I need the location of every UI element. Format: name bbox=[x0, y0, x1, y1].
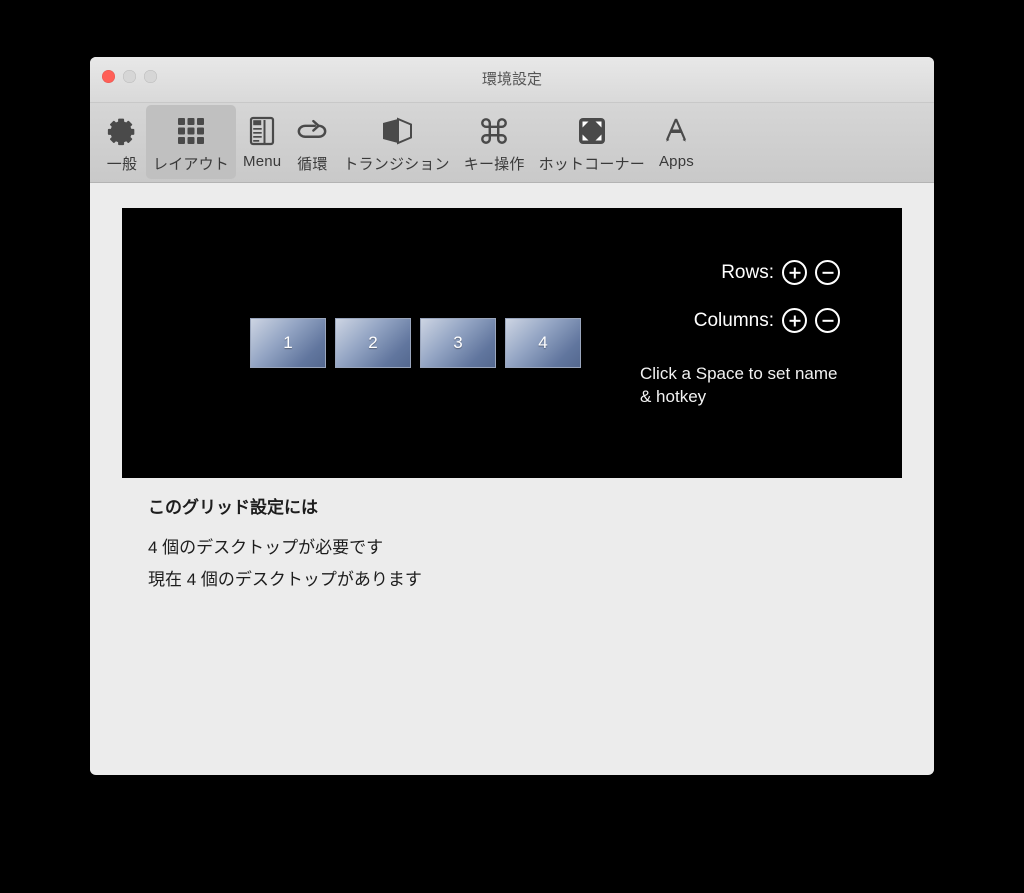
tab-cycle-label: 循環 bbox=[297, 156, 328, 173]
rotate-loop-icon bbox=[296, 111, 328, 151]
window-title: 環境設定 bbox=[481, 71, 542, 88]
zoom-button[interactable] bbox=[144, 70, 157, 83]
tab-transition[interactable]: トランジション bbox=[336, 105, 456, 179]
space-number: 4 bbox=[538, 333, 548, 352]
traffic-light-group bbox=[102, 70, 157, 83]
grid-info-block: このグリッド設定には 4 個のデスクトップが必要です 現在 4 個のデスクトップ… bbox=[148, 493, 422, 597]
minimize-button[interactable] bbox=[123, 70, 136, 83]
tab-general[interactable]: 一般 bbox=[98, 105, 146, 179]
grid-info-required: 4 個のデスクトップが必要です bbox=[148, 538, 384, 557]
preview-hint-text: Click a Space to set name & hotkey bbox=[640, 364, 838, 406]
columns-stepper-row: Columns: bbox=[694, 308, 840, 333]
rows-label: Rows: bbox=[721, 261, 774, 283]
tab-apps[interactable]: Apps bbox=[652, 105, 701, 179]
tab-menu-label: Menu bbox=[243, 153, 282, 170]
tab-key-operation[interactable]: キー操作 bbox=[457, 105, 532, 179]
window-titlebar: 環境設定 bbox=[90, 57, 934, 103]
tab-transition-label: トランジション bbox=[343, 156, 450, 173]
tab-hot-corners[interactable]: ホットコーナー bbox=[532, 105, 652, 179]
app-store-icon bbox=[660, 111, 692, 151]
tab-apps-label: Apps bbox=[658, 153, 694, 170]
command-key-icon bbox=[479, 111, 509, 151]
grid-info-title: このグリッド設定には bbox=[148, 498, 318, 517]
space-tile[interactable]: 1 bbox=[250, 318, 326, 368]
tab-menu[interactable]: Menu bbox=[236, 105, 288, 179]
space-number: 2 bbox=[368, 333, 378, 352]
tab-layout[interactable]: レイアウト bbox=[146, 105, 237, 179]
spaces-grid: 1 2 3 4 bbox=[250, 318, 581, 368]
close-button[interactable] bbox=[102, 70, 115, 83]
tab-hot-corners-label: ホットコーナー bbox=[538, 156, 645, 173]
layout-pane: 1 2 3 4 Rows: Columns: Click a Space to … bbox=[90, 183, 934, 774]
menu-document-icon bbox=[248, 111, 276, 151]
rows-stepper-row: Rows: bbox=[721, 260, 840, 285]
hot-corners-icon bbox=[577, 111, 607, 151]
tab-key-operation-label: キー操作 bbox=[463, 156, 525, 173]
space-number: 1 bbox=[283, 333, 293, 352]
tab-general-label: 一般 bbox=[106, 156, 138, 173]
space-tile[interactable]: 2 bbox=[335, 318, 411, 368]
columns-decrement-button[interactable] bbox=[815, 308, 840, 333]
spaces-preview-panel[interactable]: 1 2 3 4 Rows: Columns: Click a Space to … bbox=[122, 208, 902, 478]
cube-icon bbox=[380, 111, 414, 151]
space-number: 3 bbox=[453, 333, 463, 352]
preferences-window: 環境設定 一般 レイアウト Menu 循環 トランジション キー操作 ホットコー… bbox=[90, 57, 934, 775]
grid-icon bbox=[176, 111, 206, 151]
columns-increment-button[interactable] bbox=[782, 308, 807, 333]
gear-icon bbox=[107, 111, 137, 151]
rows-increment-button[interactable] bbox=[782, 260, 807, 285]
preferences-toolbar: 一般 レイアウト Menu 循環 トランジション キー操作 ホットコーナー Ap… bbox=[90, 103, 934, 183]
tab-layout-label: レイアウト bbox=[153, 156, 230, 173]
columns-label: Columns: bbox=[693, 309, 774, 331]
grid-info-current: 現在 4 個のデスクトップがあります bbox=[148, 570, 422, 589]
tab-cycle[interactable]: 循環 bbox=[288, 105, 336, 179]
space-tile[interactable]: 3 bbox=[420, 318, 496, 368]
rows-decrement-button[interactable] bbox=[815, 260, 840, 285]
space-tile[interactable]: 4 bbox=[505, 318, 581, 368]
